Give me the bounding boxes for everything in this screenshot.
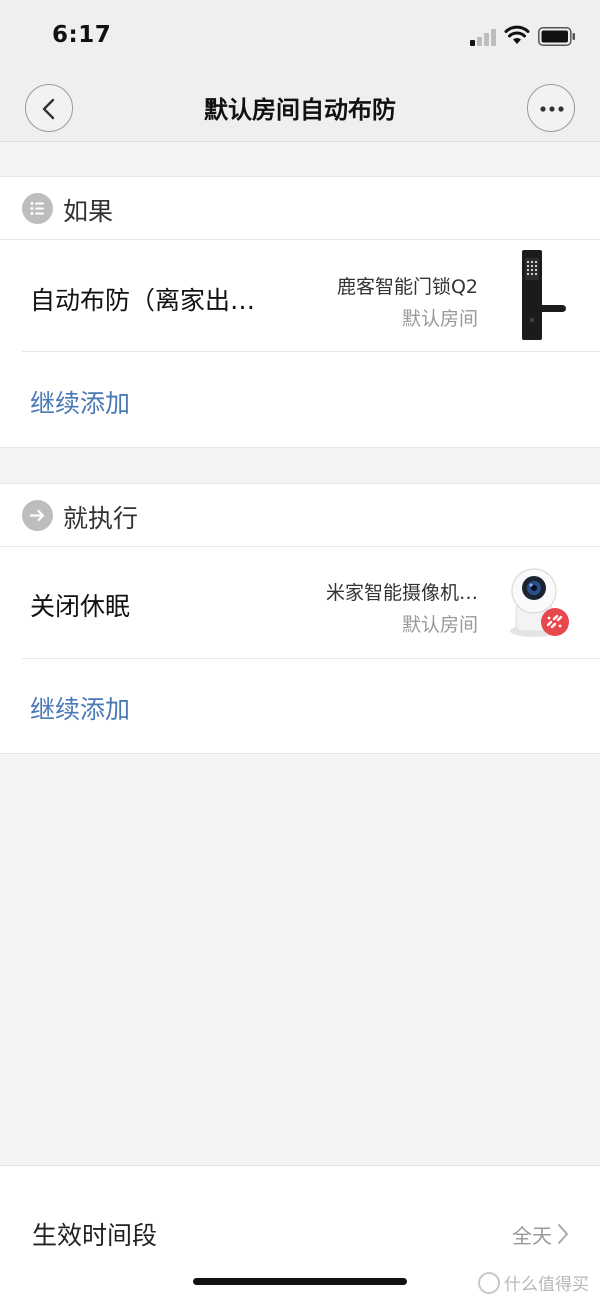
unlink-icon <box>541 608 569 636</box>
home-indicator[interactable] <box>193 1278 407 1285</box>
if-add-button[interactable]: 继续添加 <box>30 384 130 420</box>
door-lock-image <box>522 250 566 340</box>
action-name: 关闭休眠 <box>30 592 131 621</box>
more-button[interactable] <box>527 84 575 132</box>
watermark-text: 什么值得买 <box>504 1275 589 1295</box>
chevron-right-icon <box>558 1224 568 1244</box>
status-time: 6:17 <box>52 22 112 48</box>
then-section-title: 就执行 <box>63 504 139 533</box>
camera-image <box>510 568 569 637</box>
more-icon <box>540 106 564 112</box>
arrow-right-icon <box>22 500 53 531</box>
wifi-icon <box>504 25 530 44</box>
condition-device-room: 默认房间 <box>401 308 478 330</box>
watermark-logo-icon <box>478 1272 500 1294</box>
screen: 6:17 默认房间自动布防 如果 自动布防（离家出… 鹿客智能门锁Q2 默认房间… <box>0 0 600 1299</box>
if-section-header: 如果 <box>0 177 600 240</box>
condition-row[interactable]: 自动布防（离家出… 鹿客智能门锁Q2 默认房间 <box>0 240 600 352</box>
signal-icon <box>470 28 498 46</box>
battery-icon <box>538 27 575 46</box>
status-bar: 6:17 <box>0 0 600 80</box>
action-device-room: 默认房间 <box>401 614 478 636</box>
list-icon <box>22 193 53 224</box>
schedule-label: 生效时间段 <box>32 1221 158 1250</box>
action-row[interactable]: 关闭休眠 米家智能摄像机… 默认房间 <box>0 547 600 659</box>
condition-device-name: 鹿客智能门锁Q2 <box>336 276 478 298</box>
nav-bar: 默认房间自动布防 <box>0 80 600 142</box>
then-add-button[interactable]: 继续添加 <box>30 690 130 726</box>
action-device-name: 米家智能摄像机… <box>325 582 478 604</box>
schedule-value: 全天 <box>512 1224 552 1248</box>
watermark: 什么值得买 <box>478 1270 589 1296</box>
then-section: 就执行 关闭休眠 米家智能摄像机… 默认房间 继续添加 <box>0 483 600 754</box>
schedule-row[interactable]: 生效时间段 全天 什么值得买 <box>0 1165 600 1299</box>
if-section: 如果 自动布防（离家出… 鹿客智能门锁Q2 默认房间 继续添加 <box>0 176 600 448</box>
if-section-title: 如果 <box>63 197 114 226</box>
then-section-header: 就执行 <box>0 484 600 547</box>
condition-name: 自动布防（离家出… <box>30 286 256 315</box>
page-title: 默认房间自动布防 <box>204 96 396 124</box>
